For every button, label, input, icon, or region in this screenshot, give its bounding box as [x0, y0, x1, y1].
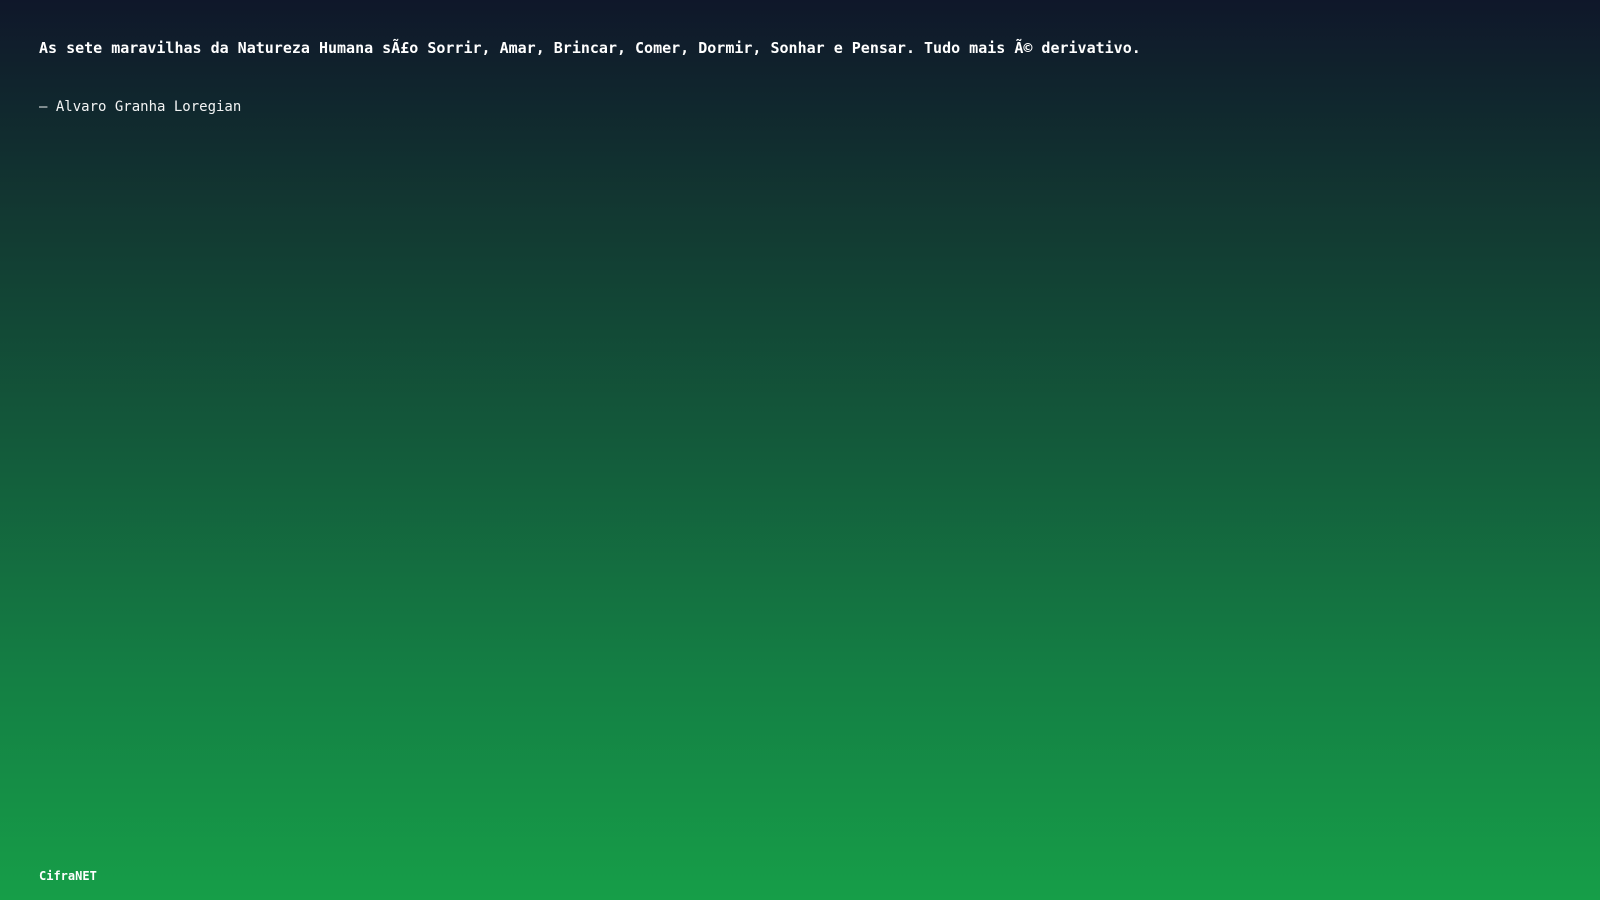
brand-label: CifraNET: [39, 869, 97, 883]
quote-author: – Alvaro Granha Loregian: [39, 99, 242, 115]
quote-text: As sete maravilhas da Natureza Humana sÃ…: [39, 39, 1141, 57]
